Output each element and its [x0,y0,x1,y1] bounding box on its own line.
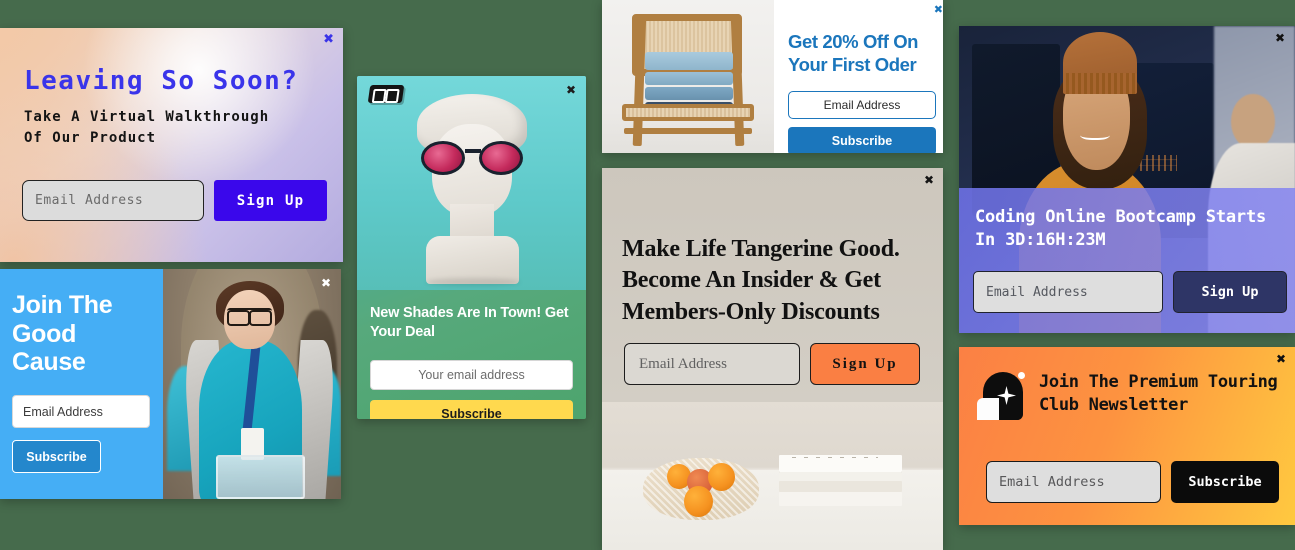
email-input[interactable] [788,91,936,120]
denim-chair-photo [602,0,774,153]
email-input[interactable] [12,395,150,428]
close-icon[interactable]: ✖ [1276,353,1286,365]
close-icon[interactable]: ✖ [321,277,331,289]
popup-new-shades: ✖ New Shades Are In Town! Get Your Deal … [357,76,586,419]
email-input[interactable] [22,180,204,221]
subscribe-form: Subscribe [986,461,1279,503]
close-icon[interactable]: ✖ [1275,32,1285,44]
popup-content: New Shades Are In Town! Get Your Deal Su… [357,290,586,419]
popup-subtitle: Take A Virtual Walkthrough Of Our Produc… [24,109,270,146]
signup-button[interactable]: Sign Up [214,180,327,221]
oranges-books-photo [602,402,943,550]
popup-title: Join The Premium Touring Club Newsletter [1039,372,1278,416]
brand-logo-icon [367,85,405,103]
email-input[interactable] [370,359,573,390]
signup-form: Sign Up [973,271,1287,313]
close-icon[interactable]: ✖ [566,84,576,96]
close-icon[interactable]: ✖ [323,33,334,46]
volunteer-photo [163,269,341,499]
popup-title: Coding Online Bootcamp Starts In 3D:16H:… [975,207,1267,250]
close-icon[interactable]: ✖ [934,4,943,15]
popup-content: Join The Good Cause Subscribe [0,269,163,499]
email-input[interactable] [986,461,1161,503]
popup-title: Leaving So Soon? [24,66,299,96]
sunglasses-bust-photo [357,76,586,290]
popup-content: ✖ Get 20% Off On Your First Oder Subscri… [774,0,943,153]
subscribe-button[interactable]: Subscribe [788,127,936,153]
popup-title: Join The Good Cause [12,291,113,376]
popup-title: Get 20% Off On Your First Oder [788,31,919,76]
touring-club-logo-icon [977,372,1025,422]
email-input[interactable] [624,343,800,385]
email-input[interactable] [973,271,1163,313]
sunglasses-icon [420,141,523,175]
signup-button[interactable]: Sign Up [810,343,920,385]
popup-make-life-tangerine-good: Make Life Tangerine Good. Become An Insi… [602,168,943,550]
subscribe-button[interactable]: Subscribe [1171,461,1279,503]
signup-form: Sign Up [624,343,920,385]
popup-leaving-so-soon: ✖ Leaving So Soon? Take A Virtual Walkth… [0,28,343,262]
popup-content: Coding Online Bootcamp Starts In 3D:16H:… [959,188,1295,333]
popup-gallery: ✖ Leaving So Soon? Take A Virtual Walkth… [0,0,1295,550]
popup-get-20-percent-off: ✖ Get 20% Off On Your First Oder Subscri… [602,0,943,153]
popup-join-the-good-cause: Join The Good Cause Subscribe ✖ [0,269,341,499]
popup-coding-online-bootcamp: ✖ Coding Online Bootcamp Starts In 3D:16… [959,26,1295,333]
subscribe-button[interactable]: Subscribe [370,399,573,419]
popup-premium-touring-club: ✖ Join The Premium Touring Club Newslett… [959,347,1295,525]
signup-button[interactable]: Sign Up [1173,271,1287,313]
subscribe-button[interactable]: Subscribe [12,440,101,473]
popup-title: Make Life Tangerine Good. Become An Insi… [622,236,900,325]
signup-form: Sign Up [22,180,327,221]
close-icon[interactable]: ✖ [924,174,934,186]
popup-title: New Shades Are In Town! Get Your Deal [370,305,569,340]
